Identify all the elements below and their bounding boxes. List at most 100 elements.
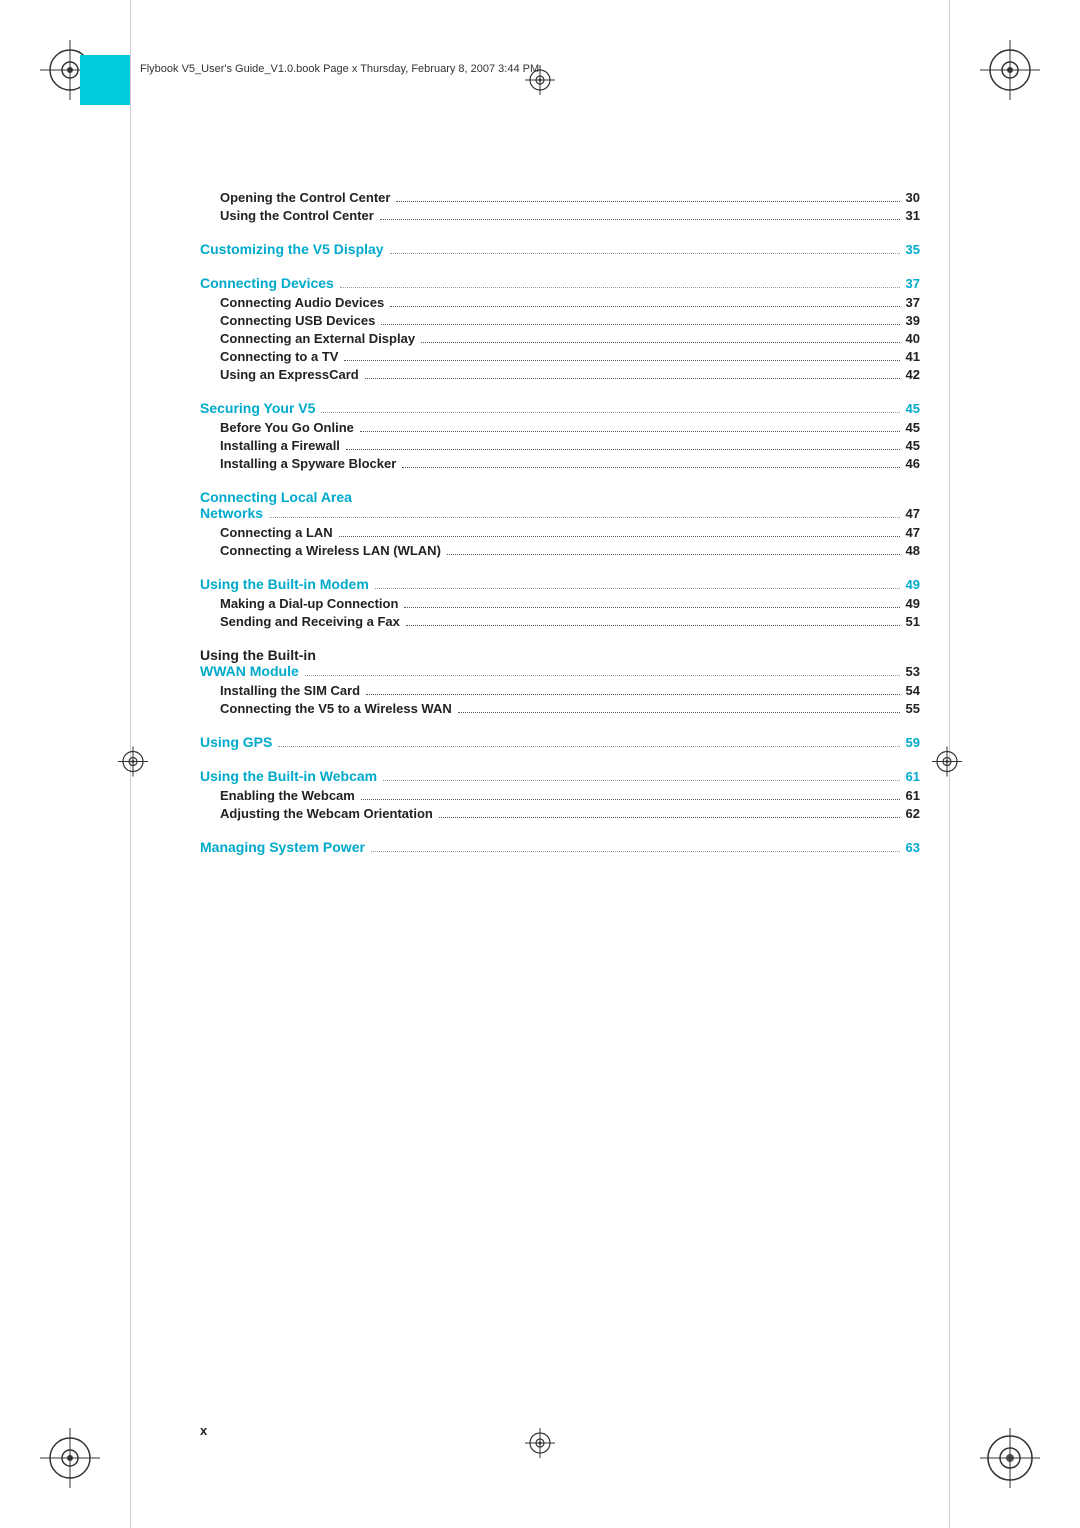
toc-page: 45 bbox=[906, 401, 920, 416]
toc-page: 51 bbox=[906, 614, 920, 629]
toc-dots bbox=[396, 201, 899, 202]
toc-label: Using GPS bbox=[200, 734, 272, 750]
toc-page: 55 bbox=[906, 701, 920, 716]
toc-label: Connecting a LAN bbox=[220, 525, 333, 540]
toc-page: 59 bbox=[906, 735, 920, 750]
toc-page: 40 bbox=[906, 331, 920, 346]
toc-dots bbox=[360, 431, 900, 432]
header-file-info: Flybook V5_User's Guide_V1.0.book Page x… bbox=[140, 63, 539, 75]
reg-mark-bottom-left bbox=[40, 1428, 100, 1488]
cyan-square-decoration bbox=[80, 55, 130, 105]
toc-entry-dialup: Making a Dial-up Connection 49 bbox=[200, 596, 920, 611]
toc-page: 61 bbox=[906, 769, 920, 784]
toc-entry-connecting-devices: Connecting Devices 37 bbox=[200, 275, 920, 291]
toc-section-wwan-line1: Using the Built-in bbox=[200, 647, 920, 663]
toc-entry-customizing-v5: Customizing the V5 Display 35 bbox=[200, 241, 920, 257]
toc-dots bbox=[366, 694, 899, 695]
toc-dots bbox=[375, 588, 900, 589]
toc-section-line2: Networks 47 bbox=[200, 505, 920, 521]
toc-label: Adjusting the Webcam Orientation bbox=[220, 806, 433, 821]
toc-dots bbox=[381, 324, 899, 325]
toc-entry-system-power: Managing System Power 63 bbox=[200, 839, 920, 855]
toc-dots bbox=[340, 287, 900, 288]
toc-section-line1: Connecting Local Area bbox=[200, 489, 920, 505]
toc-entry-wwan-section: Using the Built-in WWAN Module 53 bbox=[200, 647, 920, 679]
toc-dots bbox=[305, 675, 900, 676]
bottom-center-crosshair bbox=[525, 1428, 555, 1463]
toc-entry-connect-tv: Connecting to a TV 41 bbox=[200, 349, 920, 364]
toc-entry-wireless-wan: Connecting the V5 to a Wireless WAN 55 bbox=[200, 701, 920, 716]
toc-label: Enabling the Webcam bbox=[220, 788, 355, 803]
toc-dots bbox=[402, 467, 899, 468]
toc-dots bbox=[380, 219, 900, 220]
toc-label: Using an ExpressCard bbox=[220, 367, 359, 382]
toc-label: Connecting USB Devices bbox=[220, 313, 375, 328]
toc-entry-wlan: Connecting a Wireless LAN (WLAN) 48 bbox=[200, 543, 920, 558]
toc-entry-before-online: Before You Go Online 45 bbox=[200, 420, 920, 435]
toc-entry-enable-webcam: Enabling the Webcam 61 bbox=[200, 788, 920, 803]
toc-page: 53 bbox=[906, 664, 920, 679]
toc-dots bbox=[344, 360, 899, 361]
toc-dots bbox=[339, 536, 900, 537]
toc-label: WWAN Module bbox=[200, 663, 299, 679]
toc-page: 62 bbox=[906, 806, 920, 821]
toc-dots bbox=[439, 817, 900, 818]
toc-label: Using the Control Center bbox=[220, 208, 374, 223]
toc-dots bbox=[321, 412, 899, 413]
toc-label: Before You Go Online bbox=[220, 420, 354, 435]
toc-dots bbox=[278, 746, 899, 747]
toc-entry-webcam: Using the Built-in Webcam 61 bbox=[200, 768, 920, 784]
toc-page: 39 bbox=[906, 313, 920, 328]
toc-entry-usb-devices: Connecting USB Devices 39 bbox=[200, 313, 920, 328]
toc-label: Connecting a Wireless LAN (WLAN) bbox=[220, 543, 441, 558]
toc-entry-securing-v5: Securing Your V5 45 bbox=[200, 400, 920, 416]
toc-label: Using the Built-in Webcam bbox=[200, 768, 377, 784]
toc-entry-gps: Using GPS 59 bbox=[200, 734, 920, 750]
toc-dots bbox=[404, 607, 899, 608]
top-center-crosshair bbox=[525, 65, 555, 100]
toc-section-wwan-line2: WWAN Module 53 bbox=[200, 663, 920, 679]
mid-crosshair-left bbox=[118, 747, 148, 782]
toc-page: 37 bbox=[906, 295, 920, 310]
toc-page: 48 bbox=[906, 543, 920, 558]
toc-entry-connecting-lan-section: Connecting Local Area Networks 47 bbox=[200, 489, 920, 521]
toc-entry-webcam-orientation: Adjusting the Webcam Orientation 62 bbox=[200, 806, 920, 821]
toc-entry-connecting-lan: Connecting a LAN 47 bbox=[200, 525, 920, 540]
toc-page: 37 bbox=[906, 276, 920, 291]
toc-dots bbox=[365, 378, 900, 379]
toc-label: Managing System Power bbox=[200, 839, 365, 855]
toc-dots bbox=[269, 517, 900, 518]
reg-mark-bottom-right bbox=[980, 1428, 1040, 1488]
toc-page: 49 bbox=[906, 577, 920, 592]
toc-dots bbox=[390, 253, 900, 254]
toc-page: 46 bbox=[906, 456, 920, 471]
toc-label: Opening the Control Center bbox=[220, 190, 390, 205]
toc-dots bbox=[390, 306, 899, 307]
toc-label: Connecting an External Display bbox=[220, 331, 415, 346]
toc-label: Connecting to a TV bbox=[220, 349, 338, 364]
toc-entry-opening-control-center: Opening the Control Center 30 bbox=[200, 190, 920, 205]
page-number: x bbox=[200, 1423, 207, 1438]
toc-content: Opening the Control Center 30 Using the … bbox=[200, 190, 920, 859]
toc-page: 42 bbox=[906, 367, 920, 382]
toc-label: Installing the SIM Card bbox=[220, 683, 360, 698]
toc-page: 47 bbox=[906, 525, 920, 540]
toc-label: Customizing the V5 Display bbox=[200, 241, 384, 257]
toc-label: Installing a Spyware Blocker bbox=[220, 456, 396, 471]
toc-label: Networks bbox=[200, 505, 263, 521]
toc-dots bbox=[371, 851, 900, 852]
toc-page: 47 bbox=[906, 506, 920, 521]
toc-label: Making a Dial-up Connection bbox=[220, 596, 398, 611]
toc-page: 45 bbox=[906, 438, 920, 453]
toc-entry-using-control-center: Using the Control Center 31 bbox=[200, 208, 920, 223]
toc-label: Connecting Audio Devices bbox=[220, 295, 384, 310]
toc-page: 63 bbox=[906, 840, 920, 855]
toc-page: 41 bbox=[906, 349, 920, 364]
toc-page: 35 bbox=[906, 242, 920, 257]
toc-entry-spyware: Installing a Spyware Blocker 46 bbox=[200, 456, 920, 471]
toc-dots bbox=[421, 342, 899, 343]
toc-label: Connecting the V5 to a Wireless WAN bbox=[220, 701, 452, 716]
toc-dots bbox=[383, 780, 899, 781]
toc-label: Using the Built-in Modem bbox=[200, 576, 369, 592]
toc-dots bbox=[361, 799, 900, 800]
